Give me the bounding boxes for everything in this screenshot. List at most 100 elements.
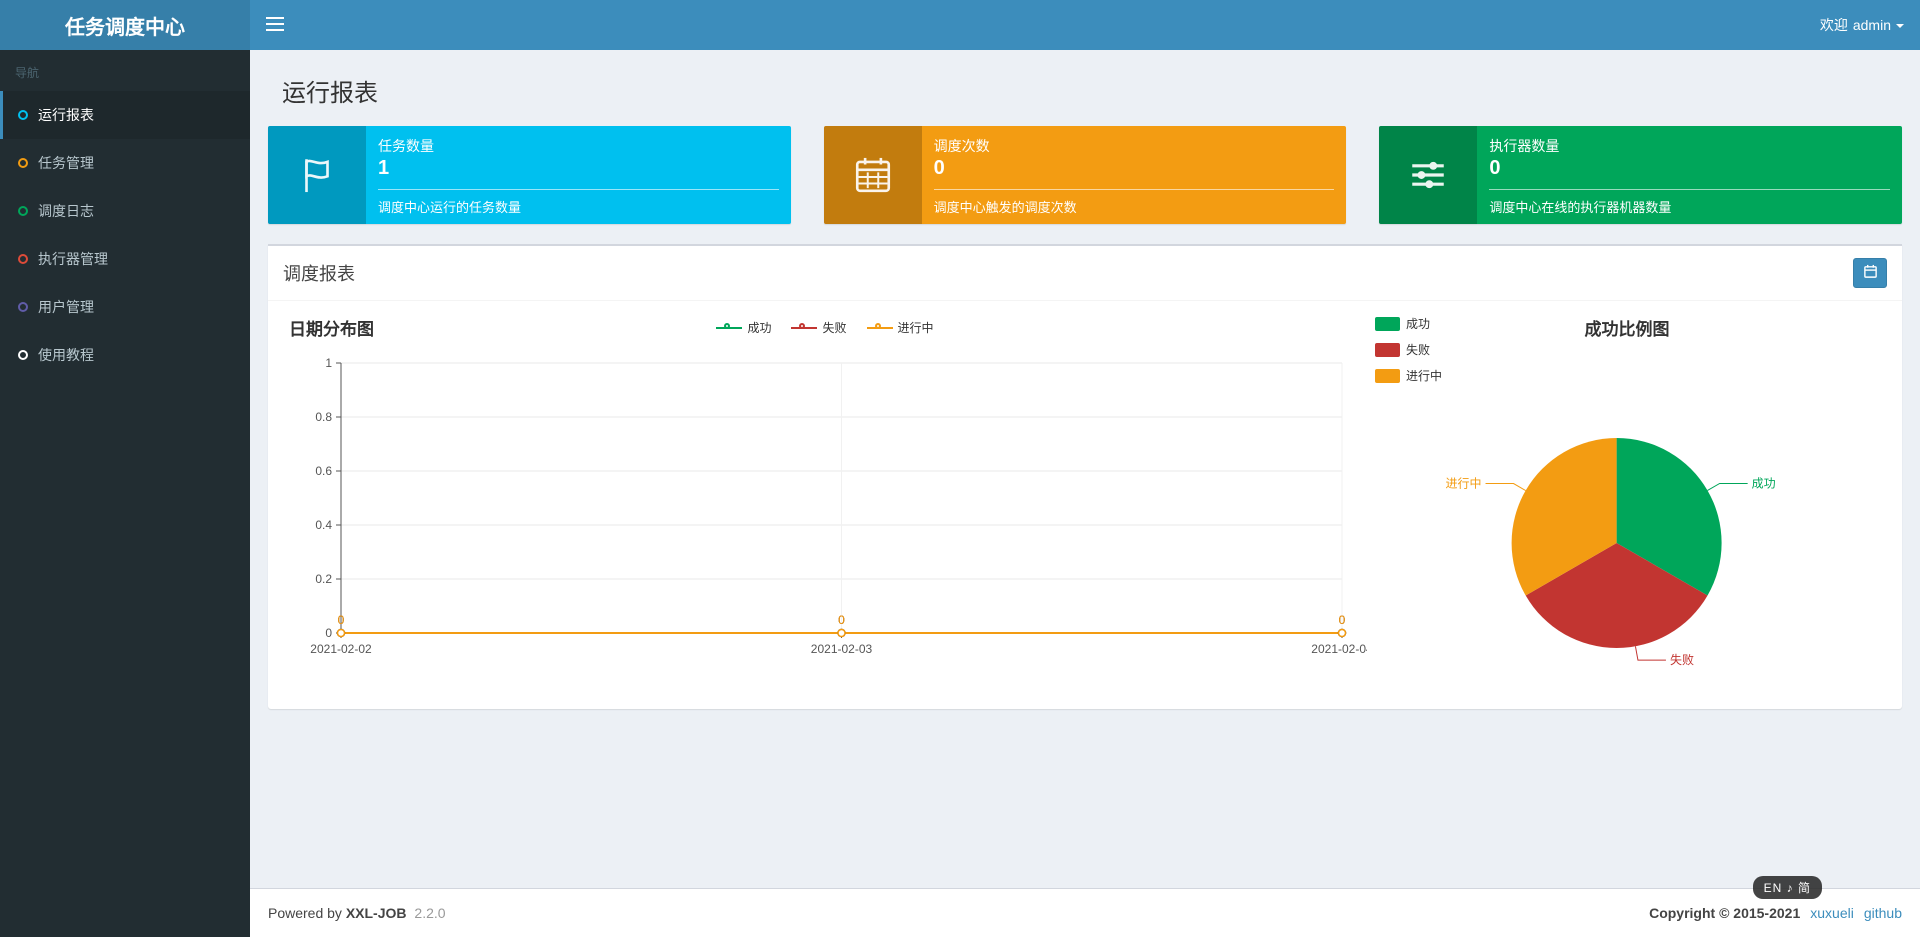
circle-icon [18,254,28,264]
calendar-icon [823,126,922,224]
circle-icon [18,206,28,216]
legend-line-marker [716,322,743,334]
main-wrapper: 运行报表 任务数量 1 调度中心运行的任务数量 调度次数 0 调度中心触发的调度… [250,0,1920,937]
info-box-row: 任务数量 1 调度中心运行的任务数量 调度次数 0 调度中心触发的调度次数 执行… [268,126,1903,224]
footer-copyright: Copyright © 2015-2021 xuxueli github [1649,905,1902,921]
info-box-description: 调度中心在线的执行器机器数量 [1489,200,1672,215]
page-title: 运行报表 [282,80,378,107]
svg-text:进行中: 进行中 [1446,476,1482,491]
user-dropdown[interactable]: 欢迎 admin [1804,0,1920,50]
caret-down-icon [1896,24,1904,28]
svg-text:1: 1 [325,356,332,370]
sidebar-item-executor-manage[interactable]: 执行器管理 [0,235,250,283]
sidebar-item-user-manage[interactable]: 用户管理 [0,283,250,331]
ime-indicator[interactable]: EN ♪ 简 [1752,876,1822,899]
legend-swatch [1375,316,1400,331]
legend-swatch [1375,342,1400,357]
pie-chart: 成功 失败 进行中 [1367,339,1887,679]
svg-text:0: 0 [838,613,845,627]
line-chart-legend: 成功 失败 进行中 [283,307,1367,336]
legend-item[interactable]: 成功 [716,319,771,336]
progress-bar [933,189,1335,190]
sidebar-item-job-manage[interactable]: 任务管理 [0,139,250,187]
welcome-label: 欢迎 [1819,17,1848,33]
info-box-description: 调度中心触发的调度次数 [933,200,1077,215]
pie-chart-title: 成功比例图 [1584,320,1670,339]
sidebar-item-run-report[interactable]: 运行报表 [0,91,250,139]
sidebar-toggle-button[interactable] [250,0,300,50]
legend-item[interactable]: 失败 [1375,341,1442,358]
info-box-content: 任务数量 1 调度中心运行的任务数量 [366,126,791,224]
pie-chart-legend: 成功 失败 进行中 [1375,315,1442,384]
calendar-icon [1863,264,1878,282]
info-box-number: 1 [378,157,390,179]
svg-text:0.8: 0.8 [315,410,332,424]
info-box-task-count: 任务数量 1 调度中心运行的任务数量 [268,126,791,224]
legend-item[interactable]: 进行中 [866,319,934,336]
svg-text:成功: 成功 [1752,476,1776,490]
copyright-label: Copyright © 2015-2021 [1649,905,1801,921]
svg-text:0.4: 0.4 [315,518,332,532]
legend-item[interactable]: 失败 [791,319,847,336]
hamburger-icon [266,16,284,34]
sidebar-item-label: 调度日志 [38,203,94,219]
sidebar-item-label: 运行报表 [38,107,94,123]
progress-bar [1489,189,1891,190]
info-box-trigger-count: 调度次数 0 调度中心触发的调度次数 [823,126,1347,224]
footer-powered-by: Powered by XXL-JOB 2.2.0 [268,905,446,921]
report-panel: 调度报表 日期分布图 成功 失败进行中 0 0.2 0.4 0.6 0.8 1 … [268,244,1902,709]
progress-bar [378,189,779,190]
svg-text:0.2: 0.2 [315,572,332,586]
svg-text:2021-02-04: 2021-02-04 [1311,642,1367,656]
info-box-number: 0 [1489,157,1501,179]
pie-chart-section: 成功比例图 成功 失败 进行中 成功 失败 进行中 [1367,307,1887,679]
sidebar-item-label: 任务管理 [38,155,94,171]
info-box-number: 0 [933,157,945,179]
svg-text:2021-02-02: 2021-02-02 [310,642,372,656]
navbar: 欢迎 admin [250,0,1920,50]
github-link[interactable]: github [1864,905,1902,921]
date-range-button[interactable] [1853,258,1887,288]
line-chart-header: 日期分布图 成功 失败 进行中 [283,307,1367,347]
flag-icon [268,126,366,224]
legend-line-marker [866,322,893,334]
circle-icon [18,158,28,168]
panel-body: 日期分布图 成功 失败 进行中 0 0.2 0.4 0.6 0.8 1 2021-02-02 20… [268,301,1902,709]
line-chart-section: 日期分布图 成功 失败 进行中 0 0.2 0.4 0.6 0.8 1 2021-02-02 20… [283,307,1373,679]
sidebar: 导航 运行报表 任务管理 调度日志 执行器管理 用户管理 使用教程 [0,50,250,937]
sidebar-item-job-log[interactable]: 调度日志 [0,187,250,235]
circle-icon [18,110,28,120]
legend-item[interactable]: 成功 [1375,315,1442,332]
panel-title: 调度报表 [283,264,355,284]
sidebar-item-help[interactable]: 使用教程 [0,331,250,379]
svg-text:0: 0 [1339,613,1346,627]
line-chart: 0 0.2 0.4 0.6 0.8 1 2021-02-02 2021-02-03 2021-0… [283,347,1373,667]
legend-swatch [1375,368,1400,383]
footer: Powered by XXL-JOB 2.2.0 Copyright © 201… [250,888,1920,937]
powered-prefix: Powered by [268,905,342,921]
circle-icon [18,350,28,360]
brand-name: XXL-JOB [345,905,407,921]
info-box-title: 调度次数 [933,138,990,154]
sidebar-item-label: 执行器管理 [38,251,108,267]
circle-icon [18,302,28,312]
sliders-icon [1379,126,1478,224]
svg-text:0: 0 [325,626,332,640]
xuxueli-link[interactable]: xuxueli [1810,905,1854,921]
info-box-title: 执行器数量 [1489,138,1560,154]
content-area: 运行报表 任务数量 1 调度中心运行的任务数量 调度次数 0 调度中心触发的调度… [250,50,1920,709]
legend-line-marker [791,322,818,334]
sidebar-item-label: 用户管理 [38,299,94,315]
username: admin [1852,17,1891,33]
info-box-content: 执行器数量 0 调度中心在线的执行器机器数量 [1477,126,1902,224]
info-box-title: 任务数量 [378,138,434,154]
svg-text:0: 0 [338,613,345,627]
app-logo[interactable]: 任务调度中心 [0,0,250,50]
svg-text:2021-02-03: 2021-02-03 [811,642,873,656]
info-box-description: 调度中心运行的任务数量 [378,200,522,215]
sidebar-section-label: 导航 [15,66,40,80]
top-header: 任务调度中心 欢迎 admin [0,0,1920,50]
svg-text:失败: 失败 [1670,652,1694,667]
svg-text:0.6: 0.6 [315,464,332,478]
legend-item[interactable]: 进行中 [1375,367,1442,384]
